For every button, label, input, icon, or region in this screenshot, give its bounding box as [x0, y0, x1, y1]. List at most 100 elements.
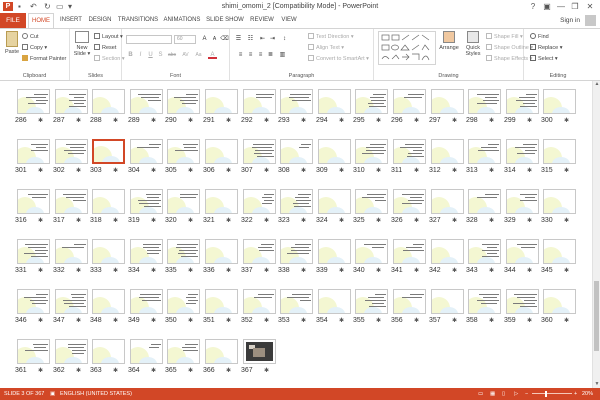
- animation-indicator-icon[interactable]: ✱: [76, 367, 81, 375]
- zoom-slider[interactable]: [532, 393, 572, 394]
- animation-indicator-icon[interactable]: ✱: [188, 117, 193, 125]
- slide-thumbnail[interactable]: [130, 139, 163, 164]
- animation-indicator-icon[interactable]: ✱: [564, 317, 569, 325]
- animation-indicator-icon[interactable]: ✱: [38, 217, 43, 225]
- animation-indicator-icon[interactable]: ✱: [188, 317, 193, 325]
- shape-fill-button[interactable]: Shape Fill ▾: [486, 33, 523, 41]
- slide-thumbnail[interactable]: [205, 139, 238, 164]
- animation-indicator-icon[interactable]: ✱: [226, 367, 231, 375]
- animation-indicator-icon[interactable]: ✱: [38, 167, 43, 175]
- slide-thumbnail[interactable]: [468, 239, 501, 264]
- find-button[interactable]: Find: [530, 33, 549, 41]
- slide-thumbnail[interactable]: [17, 339, 50, 364]
- slide-thumbnail[interactable]: [468, 139, 501, 164]
- bold-button[interactable]: B: [126, 51, 135, 59]
- animation-indicator-icon[interactable]: ✱: [188, 367, 193, 375]
- animation-indicator-icon[interactable]: ✱: [264, 167, 269, 175]
- slide-thumbnail[interactable]: [318, 189, 351, 214]
- animation-indicator-icon[interactable]: ✱: [376, 217, 381, 225]
- format-painter-button[interactable]: Format Painter: [22, 55, 66, 63]
- tab-view[interactable]: VIEW: [278, 13, 300, 28]
- slide-thumbnail[interactable]: [55, 139, 88, 164]
- animation-indicator-icon[interactable]: ✱: [489, 167, 494, 175]
- animation-indicator-icon[interactable]: ✱: [527, 117, 532, 125]
- slide-thumbnail[interactable]: [92, 289, 125, 314]
- animation-indicator-icon[interactable]: ✱: [414, 317, 419, 325]
- tab-transitions[interactable]: TRANSITIONS: [117, 13, 159, 28]
- animation-indicator-icon[interactable]: ✱: [564, 217, 569, 225]
- close-button[interactable]: ✕: [584, 1, 596, 12]
- animation-indicator-icon[interactable]: ✱: [113, 167, 118, 175]
- animation-indicator-icon[interactable]: ✱: [452, 217, 457, 225]
- slide-thumbnail[interactable]: [431, 289, 464, 314]
- slide-thumbnail[interactable]: [543, 239, 576, 264]
- animation-indicator-icon[interactable]: ✱: [188, 267, 193, 275]
- numbering-icon[interactable]: ☷: [246, 35, 255, 43]
- scroll-down-icon[interactable]: ▼: [593, 381, 600, 388]
- slide-thumbnail[interactable]: [506, 189, 539, 214]
- slide-thumbnail[interactable]: [393, 89, 426, 114]
- zoom-out-button[interactable]: −: [525, 388, 528, 400]
- normal-view-icon[interactable]: ▭: [478, 388, 483, 400]
- tab-home[interactable]: HOME: [28, 13, 54, 29]
- shadow-button[interactable]: S: [156, 51, 165, 59]
- animation-indicator-icon[interactable]: ✱: [527, 267, 532, 275]
- animation-indicator-icon[interactable]: ✱: [489, 217, 494, 225]
- animation-indicator-icon[interactable]: ✱: [301, 167, 306, 175]
- slide-thumbnail[interactable]: [130, 289, 163, 314]
- decrease-indent-icon[interactable]: ⇤: [258, 35, 267, 43]
- animation-indicator-icon[interactable]: ✱: [376, 117, 381, 125]
- justify-icon[interactable]: ≣: [266, 51, 275, 59]
- animation-indicator-icon[interactable]: ✱: [76, 317, 81, 325]
- animation-indicator-icon[interactable]: ✱: [414, 167, 419, 175]
- animation-indicator-icon[interactable]: ✱: [339, 317, 344, 325]
- slide-thumbnail[interactable]: [55, 89, 88, 114]
- select-button[interactable]: Select ▾: [530, 55, 558, 63]
- restore-button[interactable]: ❐: [569, 1, 581, 12]
- slide-thumbnail[interactable]: [17, 239, 50, 264]
- user-avatar-icon[interactable]: [585, 15, 596, 26]
- convert-smartart-button[interactable]: Convert to SmartArt ▾: [308, 55, 369, 63]
- animation-indicator-icon[interactable]: ✱: [151, 117, 156, 125]
- help-button[interactable]: ?: [527, 1, 539, 12]
- slide-thumbnail[interactable]: [468, 289, 501, 314]
- slide-thumbnail[interactable]: [92, 339, 125, 364]
- slide-thumbnail[interactable]: [431, 89, 464, 114]
- animation-indicator-icon[interactable]: ✱: [301, 117, 306, 125]
- slide-thumbnail[interactable]: [280, 289, 313, 314]
- slide-thumbnail[interactable]: [167, 239, 200, 264]
- slide-thumbnail[interactable]: [355, 239, 388, 264]
- animation-indicator-icon[interactable]: ✱: [151, 167, 156, 175]
- animation-indicator-icon[interactable]: ✱: [452, 267, 457, 275]
- animation-indicator-icon[interactable]: ✱: [76, 167, 81, 175]
- paste-button[interactable]: Paste: [2, 31, 22, 55]
- quick-styles-button[interactable]: Quick Styles: [462, 31, 484, 57]
- animation-indicator-icon[interactable]: ✱: [414, 217, 419, 225]
- animation-indicator-icon[interactable]: ✱: [76, 267, 81, 275]
- animation-indicator-icon[interactable]: ✱: [452, 117, 457, 125]
- slide-thumbnail[interactable]: [318, 239, 351, 264]
- slide-thumbnail[interactable]: [506, 89, 539, 114]
- animation-indicator-icon[interactable]: ✱: [226, 317, 231, 325]
- reset-button[interactable]: Reset: [94, 44, 116, 52]
- replace-button[interactable]: Replace ▾: [530, 44, 562, 52]
- animation-indicator-icon[interactable]: ✱: [188, 167, 193, 175]
- align-left-icon[interactable]: ≡: [236, 51, 245, 59]
- text-direction-button[interactable]: Text Direction ▾: [308, 33, 354, 41]
- animation-indicator-icon[interactable]: ✱: [376, 317, 381, 325]
- slide-thumbnail[interactable]: [92, 139, 125, 164]
- slide-thumbnail[interactable]: [393, 139, 426, 164]
- animation-indicator-icon[interactable]: ✱: [452, 167, 457, 175]
- slide-thumbnail[interactable]: [468, 189, 501, 214]
- bullets-icon[interactable]: ☰: [234, 35, 243, 43]
- slide-thumbnail[interactable]: [243, 189, 276, 214]
- slide-thumbnail[interactable]: [280, 139, 313, 164]
- slide-thumbnail[interactable]: [205, 339, 238, 364]
- animation-indicator-icon[interactable]: ✱: [376, 267, 381, 275]
- scrollbar-thumb[interactable]: [594, 281, 599, 351]
- animation-indicator-icon[interactable]: ✱: [226, 117, 231, 125]
- copy-button[interactable]: Copy ▾: [22, 44, 47, 52]
- animation-indicator-icon[interactable]: ✱: [339, 267, 344, 275]
- slide-thumbnail[interactable]: [243, 289, 276, 314]
- italic-button[interactable]: I: [136, 51, 145, 59]
